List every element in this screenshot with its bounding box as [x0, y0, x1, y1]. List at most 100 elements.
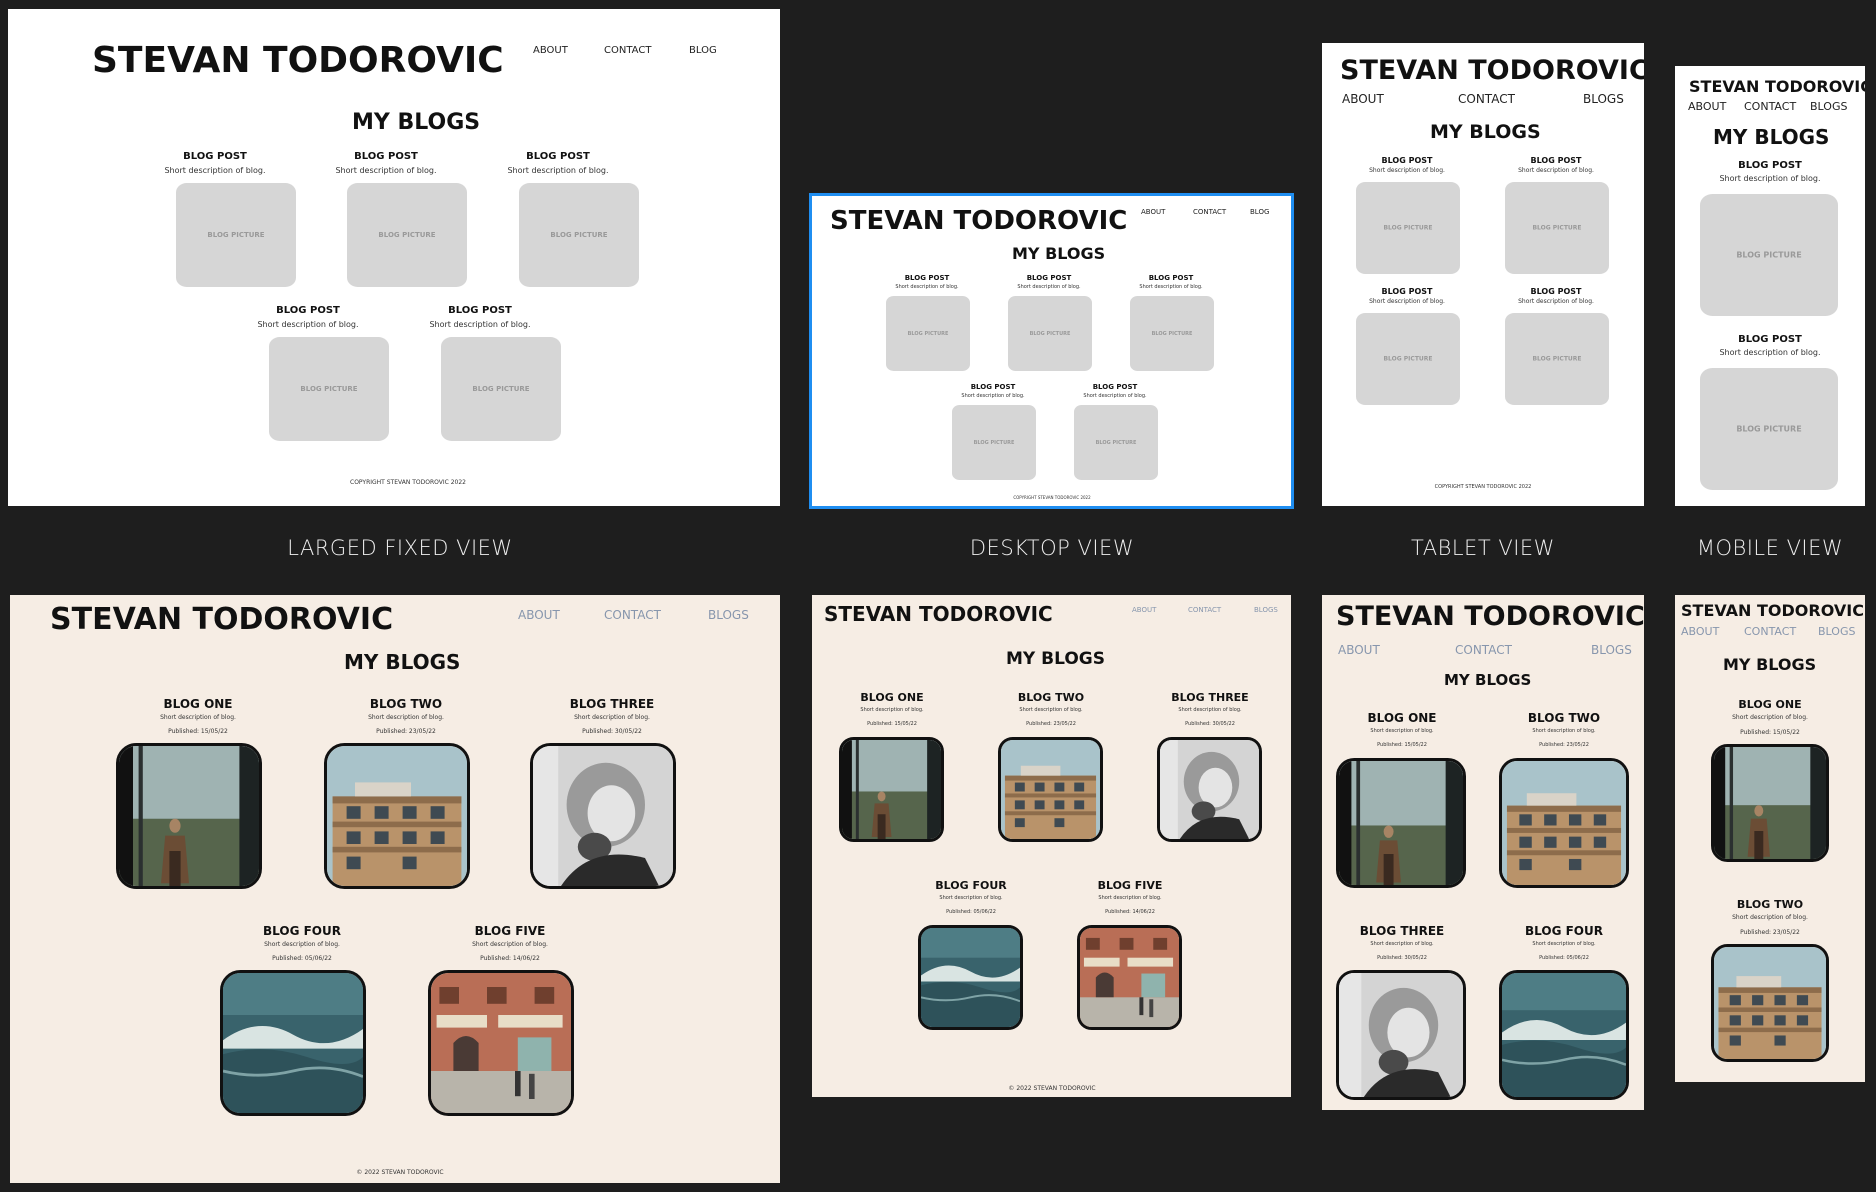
window-woman-photo[interactable] [116, 743, 262, 889]
post-title[interactable]: BLOG POST [1511, 156, 1601, 165]
styled-large-frame: STEVAN TODOROVIC ABOUT CONTACT BLOGS MY … [10, 595, 780, 1183]
post-published-date: Published: 23/05/22 [1740, 929, 1800, 936]
post-title[interactable]: BLOG POST [1009, 274, 1089, 282]
footer-copyright: COPYRIGHT STEVAN TODOROVIC 2022 [350, 479, 466, 486]
post-published-date: Published: 15/05/22 [1377, 742, 1427, 748]
placeholder-label: BLOG PICTURE [1029, 330, 1071, 337]
nav-contact[interactable]: CONTACT [604, 45, 651, 56]
post-title[interactable]: BLOG ONE [1710, 698, 1830, 711]
nav-about[interactable]: ABOUT [1132, 606, 1156, 614]
post-title[interactable]: BLOG POST [248, 305, 368, 316]
nav-about[interactable]: ABOUT [1681, 625, 1719, 638]
blog-picture-placeholder[interactable]: BLOG PICTURE [519, 183, 639, 287]
post-title[interactable]: BLOG TWO [336, 697, 476, 711]
blog-picture-placeholder[interactable]: BLOG PICTURE [1008, 296, 1092, 371]
nav-about[interactable]: ABOUT [1342, 92, 1384, 106]
nav-contact[interactable]: CONTACT [1188, 606, 1221, 614]
apartment-building-photo[interactable] [1711, 944, 1829, 1062]
blog-picture-placeholder[interactable]: BLOG PICTURE [176, 183, 296, 287]
post-title[interactable]: BLOG POST [1705, 160, 1835, 171]
window-woman-photo[interactable] [1336, 758, 1466, 888]
post-title[interactable]: BLOG ONE [1347, 711, 1457, 725]
blog-picture-placeholder[interactable]: BLOG PICTURE [952, 405, 1036, 480]
blog-picture-placeholder[interactable]: BLOG PICTURE [1505, 313, 1609, 405]
post-title[interactable]: BLOG POST [1131, 274, 1211, 282]
nav-blogs[interactable]: BLOGS [708, 608, 749, 622]
blog-picture-placeholder[interactable]: BLOG PICTURE [886, 296, 970, 371]
post-title[interactable]: BLOG POST [1362, 287, 1452, 296]
post-title[interactable]: BLOG FOUR [921, 879, 1021, 892]
blog-picture-placeholder[interactable]: BLOG PICTURE [1505, 182, 1609, 274]
street-storefront-photo[interactable] [428, 970, 574, 1116]
post-title[interactable]: BLOG THREE [542, 697, 682, 711]
post-title[interactable]: BLOG FIVE [440, 924, 580, 938]
post-title[interactable]: BLOG FOUR [1509, 924, 1619, 938]
post-title[interactable]: BLOG ONE [128, 697, 268, 711]
nav-contact[interactable]: CONTACT [1455, 643, 1512, 657]
blog-picture-placeholder[interactable]: BLOG PICTURE [1356, 313, 1460, 405]
nav-contact[interactable]: CONTACT [1193, 208, 1226, 216]
apartment-building-photo[interactable] [1499, 758, 1629, 888]
post-title[interactable]: BLOG FOUR [232, 924, 372, 938]
nav-contact[interactable]: CONTACT [1744, 100, 1796, 113]
nav-contact[interactable]: CONTACT [604, 608, 661, 622]
apartment-building-photo[interactable] [998, 737, 1103, 842]
blog-picture-placeholder[interactable]: BLOG PICTURE [1074, 405, 1158, 480]
helmet-portrait-photo[interactable] [530, 743, 676, 889]
ocean-wave-photo[interactable] [220, 970, 366, 1116]
nav-blogs[interactable]: BLOGS [1254, 606, 1278, 614]
nav-about[interactable]: ABOUT [1688, 100, 1726, 113]
post-title[interactable]: BLOG POST [1362, 156, 1452, 165]
ocean-wave-photo[interactable] [918, 925, 1023, 1030]
blog-picture-placeholder[interactable]: BLOG PICTURE [441, 337, 561, 441]
post-title[interactable]: BLOG POST [1075, 383, 1155, 391]
placeholder-label: BLOG PICTURE [907, 330, 949, 337]
post-title[interactable]: BLOG POST [953, 383, 1033, 391]
post-title[interactable]: BLOG POST [887, 274, 967, 282]
street-storefront-photo[interactable] [1077, 925, 1182, 1030]
blog-picture-placeholder[interactable]: BLOG PICTURE [347, 183, 467, 287]
post-description: Short description of blog. [507, 166, 609, 175]
ocean-wave-photo[interactable] [1499, 970, 1629, 1100]
blog-picture-placeholder[interactable]: BLOG PICTURE [269, 337, 389, 441]
nav-blogs[interactable]: BLOGS [1591, 643, 1632, 657]
helmet-portrait-photo[interactable] [1157, 737, 1262, 842]
window-woman-photo[interactable] [839, 737, 944, 842]
blog-picture-placeholder[interactable]: BLOG PICTURE [1130, 296, 1214, 371]
site-title: STEVAN TODOROVIC [1336, 601, 1644, 632]
post-title[interactable]: BLOG POST [326, 151, 446, 162]
nav-blogs[interactable]: BLOGS [1818, 625, 1855, 638]
post-title[interactable]: BLOG POST [420, 305, 540, 316]
nav-contact[interactable]: CONTACT [1744, 625, 1796, 638]
post-title[interactable]: BLOG POST [1705, 334, 1835, 345]
post-description: Short description of blog. [264, 941, 340, 948]
nav-about[interactable]: ABOUT [1141, 208, 1165, 216]
blog-picture-placeholder[interactable]: BLOG PICTURE [1700, 368, 1838, 490]
post-title[interactable]: BLOG TWO [1509, 711, 1619, 725]
post-title[interactable]: BLOG ONE [842, 691, 942, 704]
nav-blog[interactable]: BLOG [689, 45, 717, 56]
post-title[interactable]: BLOG THREE [1347, 924, 1457, 938]
post-title[interactable]: BLOG TWO [1710, 898, 1830, 911]
blog-picture-placeholder[interactable]: BLOG PICTURE [1356, 182, 1460, 274]
nav-blog[interactable]: BLOG [1250, 208, 1269, 216]
wireframe-desktop-frame[interactable]: STEVAN TODOROVIC ABOUT CONTACT BLOG MY B… [809, 193, 1294, 509]
apartment-building-photo[interactable] [324, 743, 470, 889]
post-title[interactable]: BLOG POST [1511, 287, 1601, 296]
blog-picture-placeholder[interactable]: BLOG PICTURE [1700, 194, 1838, 316]
nav-about[interactable]: ABOUT [518, 608, 560, 622]
post-description: Short description of blog. [1369, 298, 1445, 305]
post-title[interactable]: BLOG TWO [1001, 691, 1101, 704]
nav-about[interactable]: ABOUT [533, 45, 568, 56]
post-title[interactable]: BLOG POST [498, 151, 618, 162]
post-title[interactable]: BLOG POST [155, 151, 275, 162]
post-title[interactable]: BLOG FIVE [1080, 879, 1180, 892]
post-title[interactable]: BLOG THREE [1160, 691, 1260, 704]
nav-contact[interactable]: CONTACT [1458, 92, 1515, 106]
helmet-portrait-photo[interactable] [1336, 970, 1466, 1100]
nav-about[interactable]: ABOUT [1338, 643, 1380, 657]
nav-blogs[interactable]: BLOGS [1583, 92, 1624, 106]
window-woman-photo[interactable] [1711, 744, 1829, 862]
footer-copyright: © 2022 STEVAN TODOROVIC [356, 1169, 444, 1176]
nav-blogs[interactable]: BLOGS [1810, 100, 1847, 113]
